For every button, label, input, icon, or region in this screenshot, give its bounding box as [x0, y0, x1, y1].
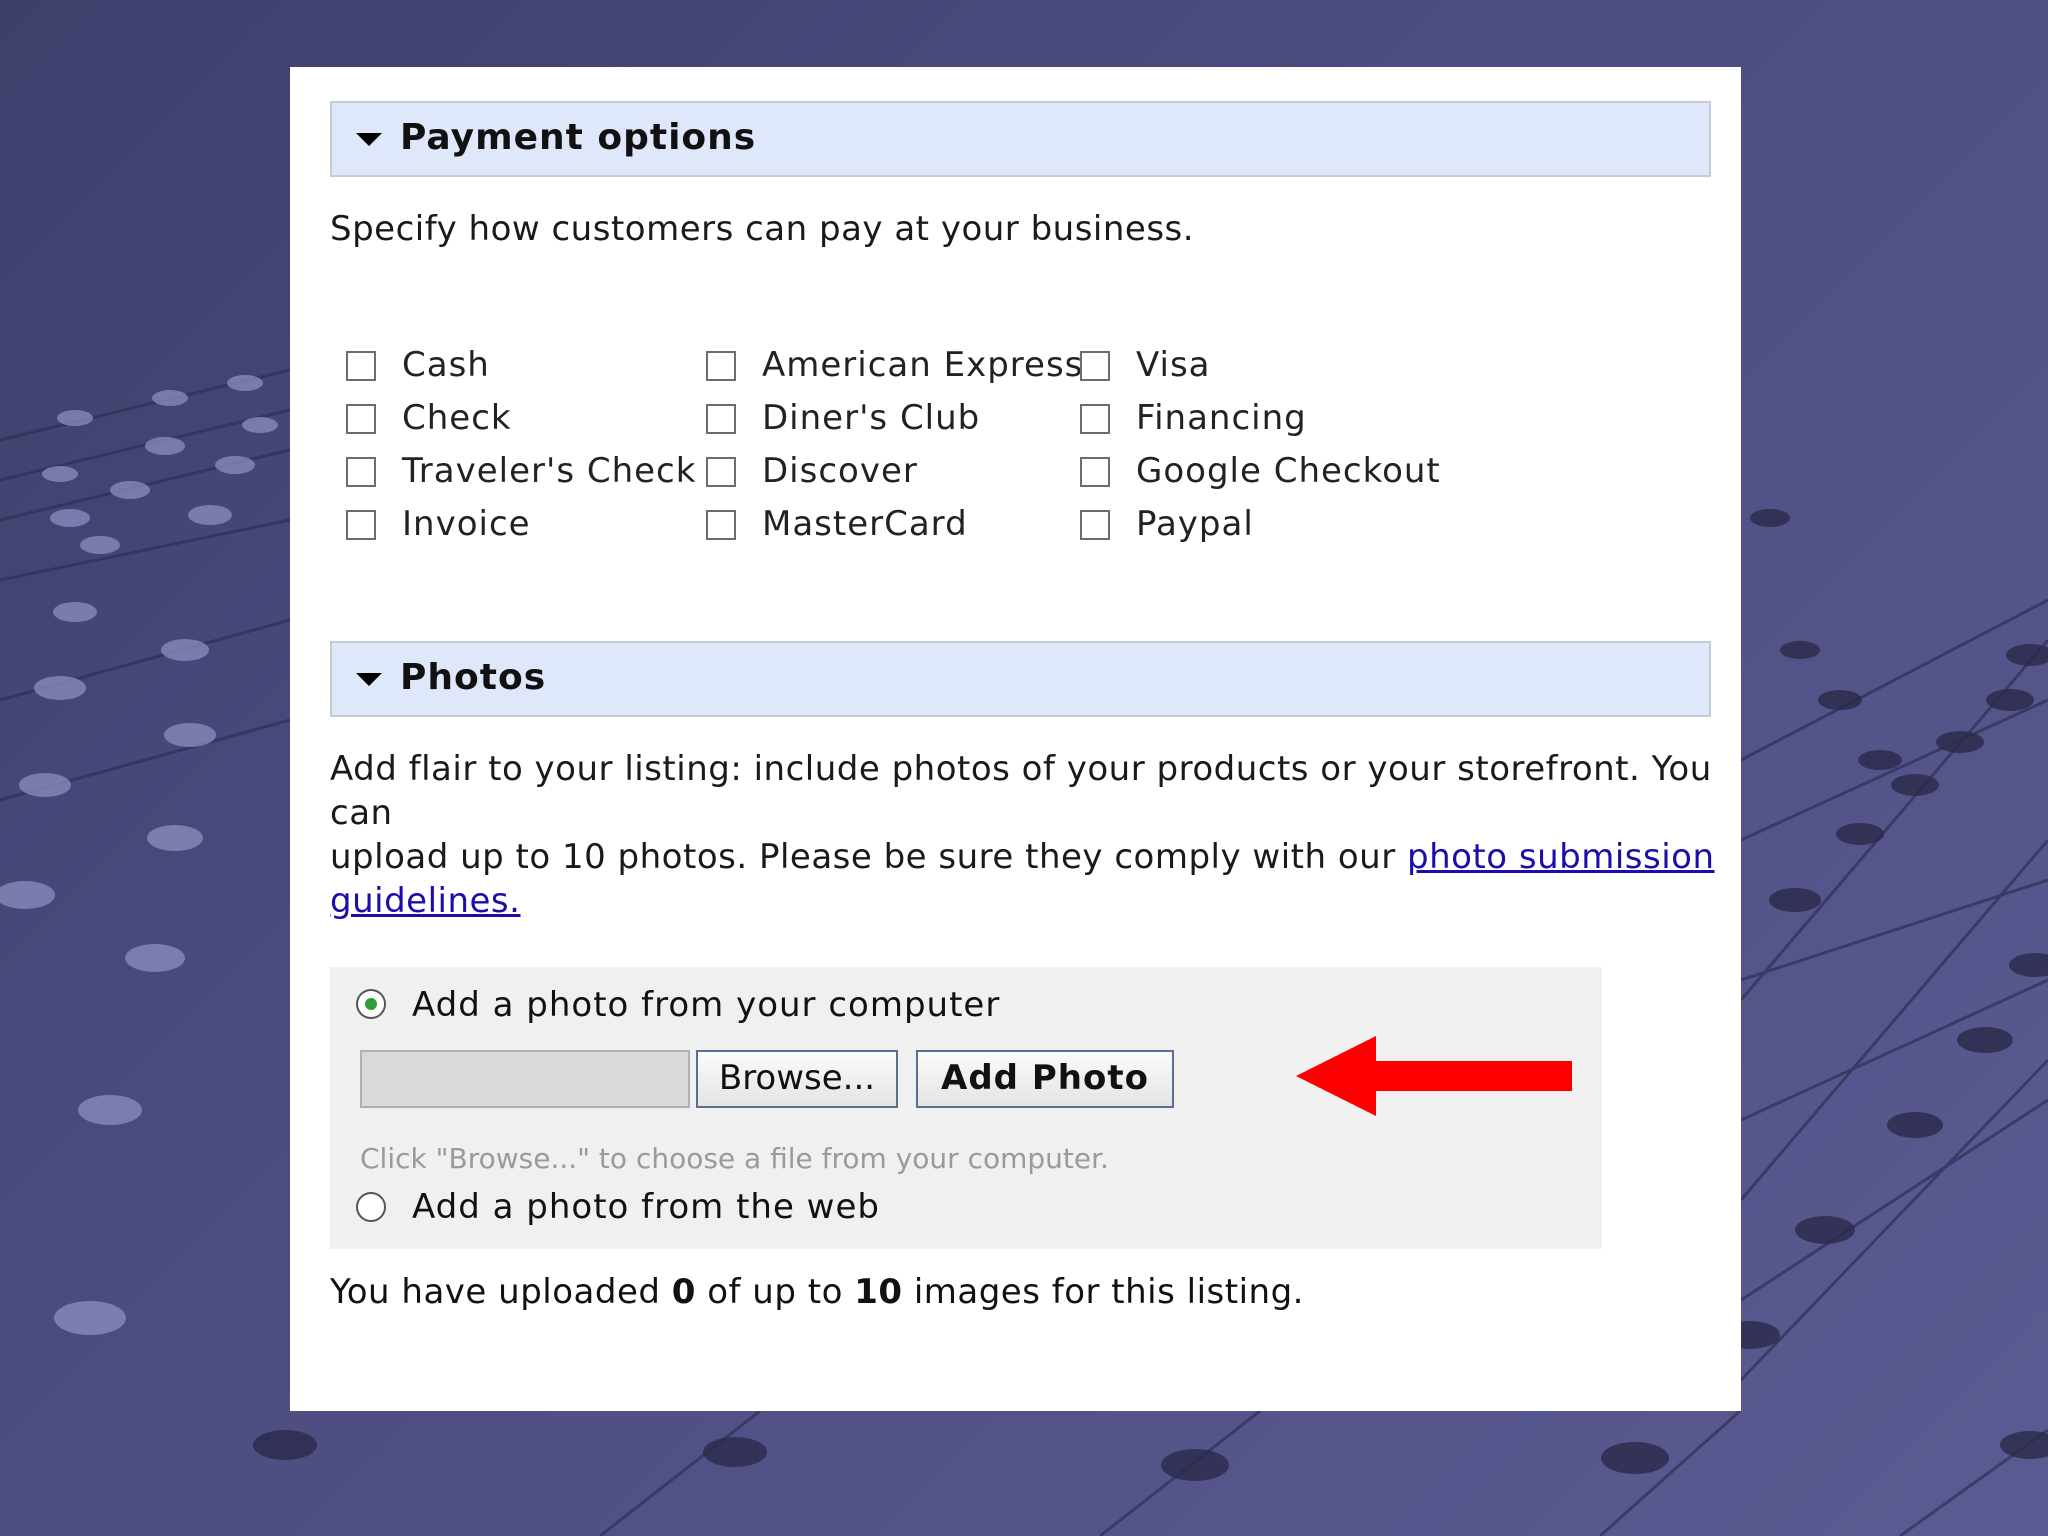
radio-selected-dot: [365, 998, 377, 1010]
photos-title: Photos: [400, 657, 547, 698]
uploaded-count: 0: [671, 1272, 696, 1312]
browse-hint-text: Click "Browse..." to choose a file from …: [360, 1142, 1109, 1175]
checkbox-label: Discover: [762, 451, 918, 491]
summary-suffix: images for this listing.: [902, 1272, 1304, 1312]
photos-description-text: upload up to 10 photos. Please be sure t…: [330, 837, 1407, 877]
photos-header[interactable]: Photos: [330, 641, 1711, 717]
checkbox-label: MasterCard: [762, 504, 968, 544]
payment-options-title: Payment options: [400, 117, 757, 158]
photos-description-line2: upload up to 10 photos. Please be sure t…: [330, 835, 1720, 879]
checkbox[interactable]: [1080, 404, 1110, 434]
checkbox-label: Check: [402, 398, 512, 438]
photo-guidelines-link-continued[interactable]: guidelines.: [330, 881, 520, 921]
browse-button[interactable]: Browse...: [696, 1050, 898, 1108]
payment-options-header[interactable]: Payment options: [330, 101, 1711, 177]
radio-add-from-web-label[interactable]: Add a photo from the web: [412, 1187, 880, 1227]
upload-summary: You have uploaded 0 of up to 10 images f…: [330, 1272, 1304, 1312]
checkbox[interactable]: [346, 404, 376, 434]
photos-description-line1: Add flair to your listing: include photo…: [330, 749, 1712, 833]
summary-middle: of up to: [695, 1272, 855, 1312]
checkbox-label: Invoice: [402, 504, 531, 544]
payment-description: Specify how customers can pay at your bu…: [330, 209, 1195, 249]
radio-add-from-computer-label[interactable]: Add a photo from your computer: [412, 985, 1000, 1025]
photos-description-line3: guidelines.: [330, 879, 1720, 923]
settings-panel: Payment options Specify how customers ca…: [290, 67, 1741, 1411]
checkbox-label: Diner's Club: [762, 398, 981, 438]
photos-description: Add flair to your listing: include photo…: [330, 747, 1720, 923]
checkbox[interactable]: [706, 510, 736, 540]
checkbox[interactable]: [346, 510, 376, 540]
checkbox-label: Visa: [1136, 345, 1211, 385]
radio-add-from-computer[interactable]: [356, 989, 386, 1019]
add-photo-button[interactable]: Add Photo: [916, 1050, 1174, 1108]
checkbox[interactable]: [706, 457, 736, 487]
max-count: 10: [854, 1272, 903, 1312]
red-arrow-icon: [1296, 1036, 1572, 1116]
checkbox[interactable]: [346, 457, 376, 487]
checkbox-label: Traveler's Check: [402, 451, 697, 491]
collapse-triangle-icon[interactable]: [356, 133, 382, 146]
checkbox[interactable]: [346, 351, 376, 381]
radio-add-from-web[interactable]: [356, 1192, 386, 1222]
checkbox[interactable]: [1080, 510, 1110, 540]
checkbox[interactable]: [1080, 351, 1110, 381]
checkbox[interactable]: [1080, 457, 1110, 487]
collapse-triangle-icon[interactable]: [356, 673, 382, 686]
checkbox-label: American Express: [762, 345, 1084, 385]
checkbox-label: Paypal: [1136, 504, 1254, 544]
file-path-input[interactable]: [360, 1050, 690, 1108]
checkbox-label: Google Checkout: [1136, 451, 1441, 491]
summary-prefix: You have uploaded: [330, 1272, 672, 1312]
checkbox[interactable]: [706, 351, 736, 381]
checkbox-label: Financing: [1136, 398, 1307, 438]
checkbox[interactable]: [706, 404, 736, 434]
checkbox-label: Cash: [402, 345, 490, 385]
photo-guidelines-link[interactable]: photo submission: [1407, 837, 1715, 877]
